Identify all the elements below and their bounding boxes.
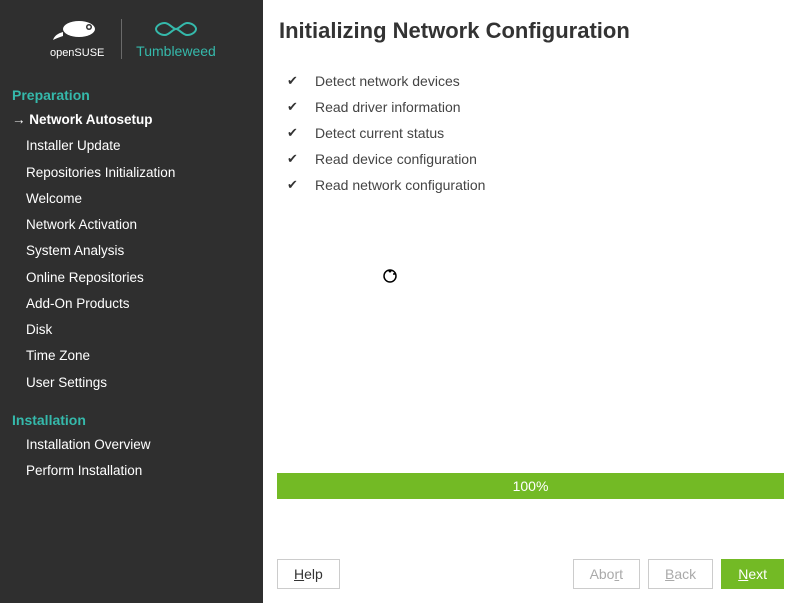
abort-button[interactable]: Abort — [573, 559, 640, 589]
step-label: Detect network devices — [315, 73, 460, 89]
opensuse-logo: openSUSE — [47, 18, 107, 59]
sidebar-item-repositories-init[interactable]: Repositories Initialization — [12, 160, 251, 186]
progress-label: 100% — [513, 478, 549, 494]
step-item: ✔ Read device configuration — [287, 146, 784, 172]
check-icon: ✔ — [287, 99, 315, 115]
main-panel: Initializing Network Configuration ✔ Det… — [263, 0, 798, 603]
sidebar-item-network-activation[interactable]: Network Activation — [12, 212, 251, 238]
footer: Help Abort Back Next — [263, 499, 798, 603]
sidebar-item-online-repositories[interactable]: Online Repositories — [12, 265, 251, 291]
step-item: ✔ Read network configuration — [287, 172, 784, 198]
chameleon-icon — [47, 18, 107, 46]
sidebar-item-time-zone[interactable]: Time Zone — [12, 343, 251, 369]
step-label: Detect current status — [315, 125, 444, 141]
header: Initializing Network Configuration — [263, 0, 798, 54]
logo-area: openSUSE Tumbleweed — [0, 0, 263, 71]
check-icon: ✔ — [287, 177, 315, 193]
sidebar: openSUSE Tumbleweed Preparation Network … — [0, 0, 263, 603]
step-item: ✔ Detect current status — [287, 120, 784, 146]
nav-section-title: Preparation — [12, 87, 251, 103]
next-button[interactable]: Next — [721, 559, 784, 589]
spinner-area — [382, 268, 784, 289]
nav-section-installation: Installation Installation Overview Perfo… — [0, 396, 263, 485]
back-button[interactable]: Back — [648, 559, 713, 589]
footer-right: Abort Back Next — [573, 559, 784, 589]
spinner-icon — [382, 268, 398, 284]
content-area: ✔ Detect network devices ✔ Read driver i… — [263, 54, 798, 473]
infinity-icon — [154, 19, 198, 39]
check-icon: ✔ — [287, 151, 315, 167]
page-title: Initializing Network Configuration — [279, 18, 630, 44]
sidebar-item-installer-update[interactable]: Installer Update — [12, 133, 251, 159]
tumbleweed-logo: Tumbleweed — [136, 19, 216, 59]
step-item: ✔ Detect network devices — [287, 68, 784, 94]
step-label: Read device configuration — [315, 151, 477, 167]
sidebar-item-system-analysis[interactable]: System Analysis — [12, 238, 251, 264]
step-label: Read network configuration — [315, 177, 485, 193]
progress-bar: 100% — [277, 473, 784, 499]
tumbleweed-text: Tumbleweed — [136, 43, 216, 59]
step-label: Read driver information — [315, 99, 461, 115]
progress-area: 100% — [263, 473, 798, 499]
sidebar-item-addon-products[interactable]: Add-On Products — [12, 291, 251, 317]
opensuse-text: openSUSE — [50, 47, 104, 59]
sidebar-item-user-settings[interactable]: User Settings — [12, 370, 251, 396]
sidebar-item-installation-overview[interactable]: Installation Overview — [12, 432, 251, 458]
sidebar-item-welcome[interactable]: Welcome — [12, 186, 251, 212]
theme-toggle-icon[interactable] — [760, 21, 780, 41]
help-button[interactable]: Help — [277, 559, 340, 589]
footer-left: Help — [277, 559, 340, 589]
step-item: ✔ Read driver information — [287, 94, 784, 120]
nav-section-preparation: Preparation Network Autosetup Installer … — [0, 71, 263, 396]
nav-section-title: Installation — [12, 412, 251, 428]
check-icon: ✔ — [287, 73, 315, 89]
logo-divider — [121, 19, 122, 59]
check-icon: ✔ — [287, 125, 315, 141]
sidebar-item-network-autosetup[interactable]: Network Autosetup — [12, 107, 251, 133]
step-list: ✔ Detect network devices ✔ Read driver i… — [287, 68, 784, 198]
sidebar-item-perform-installation[interactable]: Perform Installation — [12, 458, 251, 484]
sidebar-item-disk[interactable]: Disk — [12, 317, 251, 343]
